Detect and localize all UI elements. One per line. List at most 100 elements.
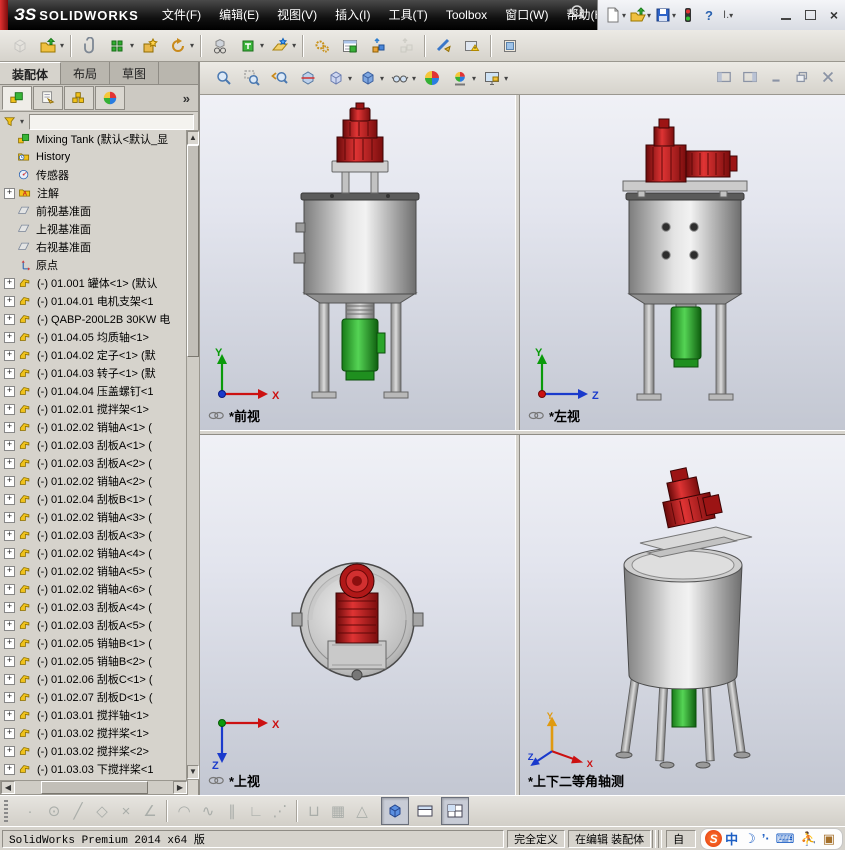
four-view-button[interactable] xyxy=(441,797,469,825)
ime-language-toggle[interactable]: 中 xyxy=(725,829,738,848)
tree-item[interactable]: + (-) 01.02.06 刮板C<1> ( xyxy=(0,670,186,688)
dropdown-arrow-icon[interactable]: ▾ xyxy=(504,74,508,83)
viewport-top[interactable]: X Z *上视 xyxy=(200,435,515,795)
expand-icon[interactable]: + xyxy=(4,583,15,595)
tab-layout[interactable]: 布局 xyxy=(61,62,111,84)
expand-icon[interactable]: + xyxy=(4,547,15,559)
two-view-button[interactable] xyxy=(411,797,439,825)
view-settings-button[interactable] xyxy=(478,64,506,92)
tree-item[interactable]: + (-) 01.02.02 销轴A<5> ( xyxy=(0,562,186,580)
property-manager-tab[interactable] xyxy=(33,86,63,110)
move-component-button[interactable] xyxy=(164,32,192,60)
tree-item[interactable]: + (-) 01.04.05 均质轴<1> xyxy=(0,328,186,346)
expand-icon[interactable]: + xyxy=(4,619,15,631)
open-document-button[interactable] xyxy=(627,3,649,27)
new-document-button[interactable] xyxy=(602,3,624,27)
expand-icon[interactable]: + xyxy=(4,367,15,379)
filter-dropdown-arrow-icon[interactable]: ▾ xyxy=(20,117,24,126)
doc-restore-button[interactable] xyxy=(791,67,813,87)
zoom-to-area-button[interactable] xyxy=(238,64,266,92)
previous-view-button[interactable] xyxy=(266,64,294,92)
section-view-button[interactable] xyxy=(294,64,322,92)
tree-item[interactable]: + (-) 01.001 罐体<1> (默认 xyxy=(0,274,186,292)
tree-item[interactable]: + (-) 01.02.03 刮板A<3> ( xyxy=(0,526,186,544)
rebuild-traffic-light-button[interactable] xyxy=(677,3,699,27)
status-custom[interactable]: 自 xyxy=(666,829,697,848)
expand-icon[interactable]: + xyxy=(4,565,15,577)
tree-horizontal-scrollbar[interactable]: ◀ ▶ xyxy=(0,780,188,795)
expand-icon[interactable]: + xyxy=(4,511,15,523)
tree-item[interactable]: + (-) 01.02.03 刮板A<4> ( xyxy=(0,598,186,616)
insert-component-button[interactable] xyxy=(6,32,34,60)
apply-scene-button[interactable] xyxy=(446,64,474,92)
single-view-button[interactable] xyxy=(381,797,409,825)
expand-icon[interactable]: + xyxy=(4,763,15,775)
assembly-features-button[interactable] xyxy=(234,32,262,60)
menu-item[interactable]: 编辑(E) xyxy=(210,0,268,30)
tree-item[interactable]: 传感器 xyxy=(0,166,186,184)
tree-item[interactable]: + (-) 01.03.03 下搅拌桨<1 xyxy=(0,760,186,778)
dropdown-arrow-icon[interactable]: ▾ xyxy=(260,41,264,50)
tree-item[interactable]: + (-) QABP-200L2B 30KW 电 xyxy=(0,310,186,328)
expand-icon[interactable]: + xyxy=(4,439,15,451)
angle-snap-snap-icon[interactable]: △ xyxy=(350,799,374,823)
tree-item[interactable]: + (-) 01.03.01 搅拌轴<1> xyxy=(0,706,186,724)
menu-item[interactable]: 文件(F) xyxy=(153,0,210,30)
dropdown-arrow-icon[interactable]: ▾ xyxy=(622,11,626,20)
expand-icon[interactable]: + xyxy=(4,493,15,505)
dropdown-arrow-icon[interactable]: ▾ xyxy=(348,74,352,83)
bill-of-materials-button[interactable] xyxy=(336,32,364,60)
configuration-manager-tab[interactable] xyxy=(64,86,94,110)
tree-item[interactable]: + (-) 01.02.02 销轴A<4> ( xyxy=(0,544,186,562)
expand-icon[interactable]: + xyxy=(4,709,15,721)
parallel-snap-icon[interactable]: ∥ xyxy=(220,799,244,823)
dropdown-arrow-icon[interactable]: ▾ xyxy=(647,11,651,20)
line-snap-icon[interactable]: ╱ xyxy=(66,799,90,823)
expand-icon[interactable]: + xyxy=(4,673,15,685)
tree-item[interactable]: + (-) 01.02.02 销轴A<6> ( xyxy=(0,580,186,598)
expand-icon[interactable]: + xyxy=(4,349,15,361)
polygon-snap-icon[interactable]: ◇ xyxy=(90,799,114,823)
menu-item[interactable]: 插入(I) xyxy=(326,0,379,30)
doc-close-button[interactable] xyxy=(817,67,839,87)
point-snap-icon[interactable]: · xyxy=(18,799,42,823)
window-close-button[interactable]: × xyxy=(823,6,845,24)
spline-snap-icon[interactable]: ∿ xyxy=(196,799,220,823)
dropdown-arrow-icon[interactable]: ▾ xyxy=(672,11,676,20)
expand-icon[interactable]: + xyxy=(4,187,15,199)
tree-item[interactable]: + (-) 01.02.02 销轴A<2> ( xyxy=(0,472,186,490)
tree-item[interactable]: + (-) 01.02.02 销轴A<1> ( xyxy=(0,418,186,436)
tree-item[interactable]: + (-) 01.04.03 转子<1> (默 xyxy=(0,364,186,382)
show-hidden-components-button[interactable] xyxy=(206,32,234,60)
scroll-right-icon[interactable]: ▶ xyxy=(173,781,187,794)
window-minimize-button[interactable] xyxy=(775,6,797,24)
tree-item[interactable]: Mixing Tank (默认<默认_显 xyxy=(0,130,186,148)
tree-item[interactable]: + (-) 01.02.04 刮板B<1> ( xyxy=(0,490,186,508)
tree-item[interactable]: + (-) 01.02.03 刮板A<5> ( xyxy=(0,616,186,634)
explode-line-sketch-button[interactable] xyxy=(392,32,420,60)
tree-item[interactable]: + (-) 01.02.01 搅拌架<1> xyxy=(0,400,186,418)
new-motion-study-button[interactable] xyxy=(308,32,336,60)
tree-item[interactable]: + (-) 01.02.05 销轴B<2> ( xyxy=(0,652,186,670)
viewport-isometric[interactable]: Y X Z *上下二等角轴测 xyxy=(520,435,845,795)
scroll-down-icon[interactable]: ▼ xyxy=(187,765,199,779)
tree-item[interactable]: + (-) 01.03.02 搅拌桨<1> xyxy=(0,724,186,742)
expand-icon[interactable]: + xyxy=(4,313,15,325)
scroll-left-icon[interactable]: ◀ xyxy=(1,781,15,794)
dotted-trail-snap-icon[interactable]: ⋰ xyxy=(268,799,292,823)
dropdown-arrow-icon[interactable]: ▾ xyxy=(60,41,64,50)
scrollbar-thumb[interactable] xyxy=(187,145,199,357)
tree-item[interactable]: + (-) 01.04.01 电机支架<1 xyxy=(0,292,186,310)
tree-item[interactable]: + (-) 01.04.02 定子<1> (默 xyxy=(0,346,186,364)
expand-icon[interactable]: + xyxy=(4,331,15,343)
dropdown-arrow-icon[interactable]: ▾ xyxy=(292,41,296,50)
menu-item[interactable]: 窗口(W) xyxy=(496,0,557,30)
ime-punct-icon[interactable]: ’· xyxy=(762,831,770,846)
scroll-up-icon[interactable]: ▲ xyxy=(187,131,199,145)
menu-item[interactable]: 工具(T) xyxy=(379,0,436,30)
ime-toolbox-icon[interactable]: ▣ xyxy=(823,831,835,847)
open-part-button[interactable] xyxy=(34,32,62,60)
filter-funnel-icon[interactable] xyxy=(3,115,19,129)
tree-item[interactable]: + A 注解 xyxy=(0,184,186,202)
pane-right-button[interactable] xyxy=(739,67,761,87)
